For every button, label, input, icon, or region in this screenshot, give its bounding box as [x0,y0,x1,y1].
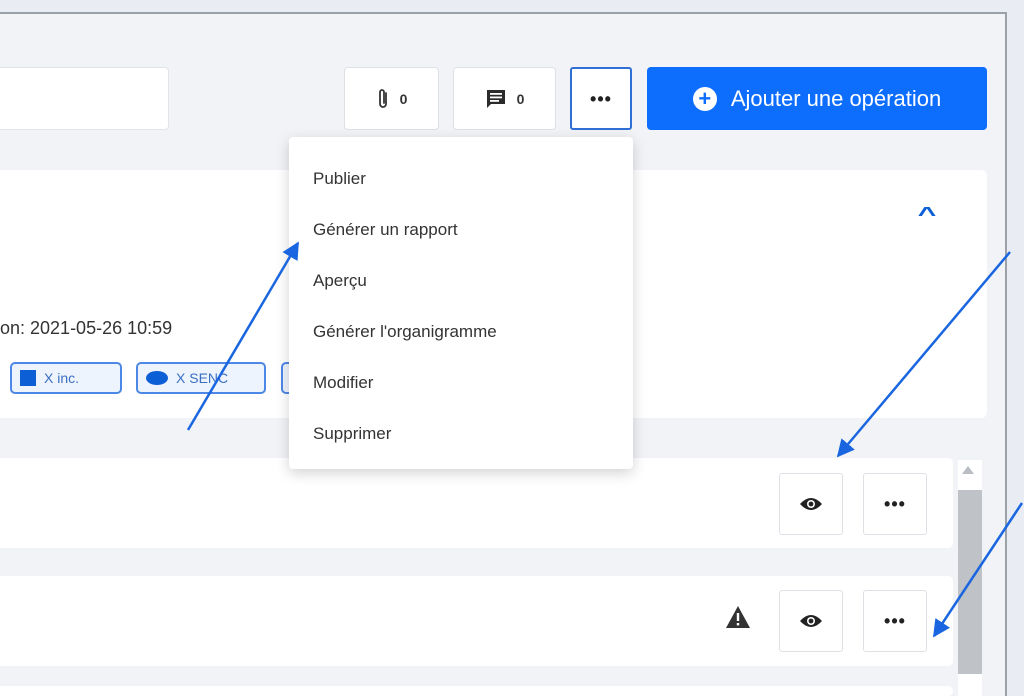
comments-count: 0 [516,90,525,107]
menu-item-edit[interactable]: Modifier [289,357,633,408]
scrollbar-thumb[interactable] [958,490,982,674]
row-more-button[interactable]: ••• [863,590,927,652]
menu-item-publish[interactable]: Publier [289,153,633,204]
ellipse-icon [146,371,168,385]
comment-icon [486,89,505,108]
row-more-button[interactable]: ••• [863,473,927,535]
eye-icon [800,498,822,510]
add-operation-button[interactable]: + Ajouter une opération [647,67,987,130]
plus-circle-icon: + [692,86,717,111]
menu-item-generate-org-chart[interactable]: Générer l'organigramme [289,306,633,357]
menu-item-delete[interactable]: Supprimer [289,408,633,459]
more-actions-button[interactable]: ••• [570,67,632,130]
tag-x-senc[interactable]: X SENC [136,362,266,394]
warning-triangle-icon [726,606,750,628]
paperclip-icon [378,88,387,108]
more-icon: ••• [884,611,906,631]
tag-x-inc[interactable]: X inc. [10,362,122,394]
scroll-up-arrow[interactable] [962,466,974,474]
attachments-count: 0 [399,90,408,107]
menu-item-preview[interactable]: Aperçu [289,255,633,306]
square-icon [20,370,36,386]
creation-date: on: 2021-05-26 10:59 [0,318,173,338]
more-actions-menu: Publier Générer un rapport Aperçu Génére… [289,137,633,469]
add-operation-label: Ajouter une opération [730,85,942,111]
comments-button[interactable]: 0 [453,67,556,130]
search-input[interactable] [0,67,169,130]
view-button[interactable] [779,590,843,652]
list-item [0,686,953,696]
tag-label: X inc. [44,370,80,386]
chevron-up-icon[interactable]: ^ [911,204,943,226]
view-button[interactable] [779,473,843,535]
more-icon: ••• [590,88,612,109]
more-icon: ••• [884,494,906,514]
attachments-button[interactable]: 0 [344,67,439,130]
menu-item-generate-report[interactable]: Générer un rapport [289,204,633,255]
eye-icon [800,615,822,627]
tag-label: X SENC [176,370,229,386]
